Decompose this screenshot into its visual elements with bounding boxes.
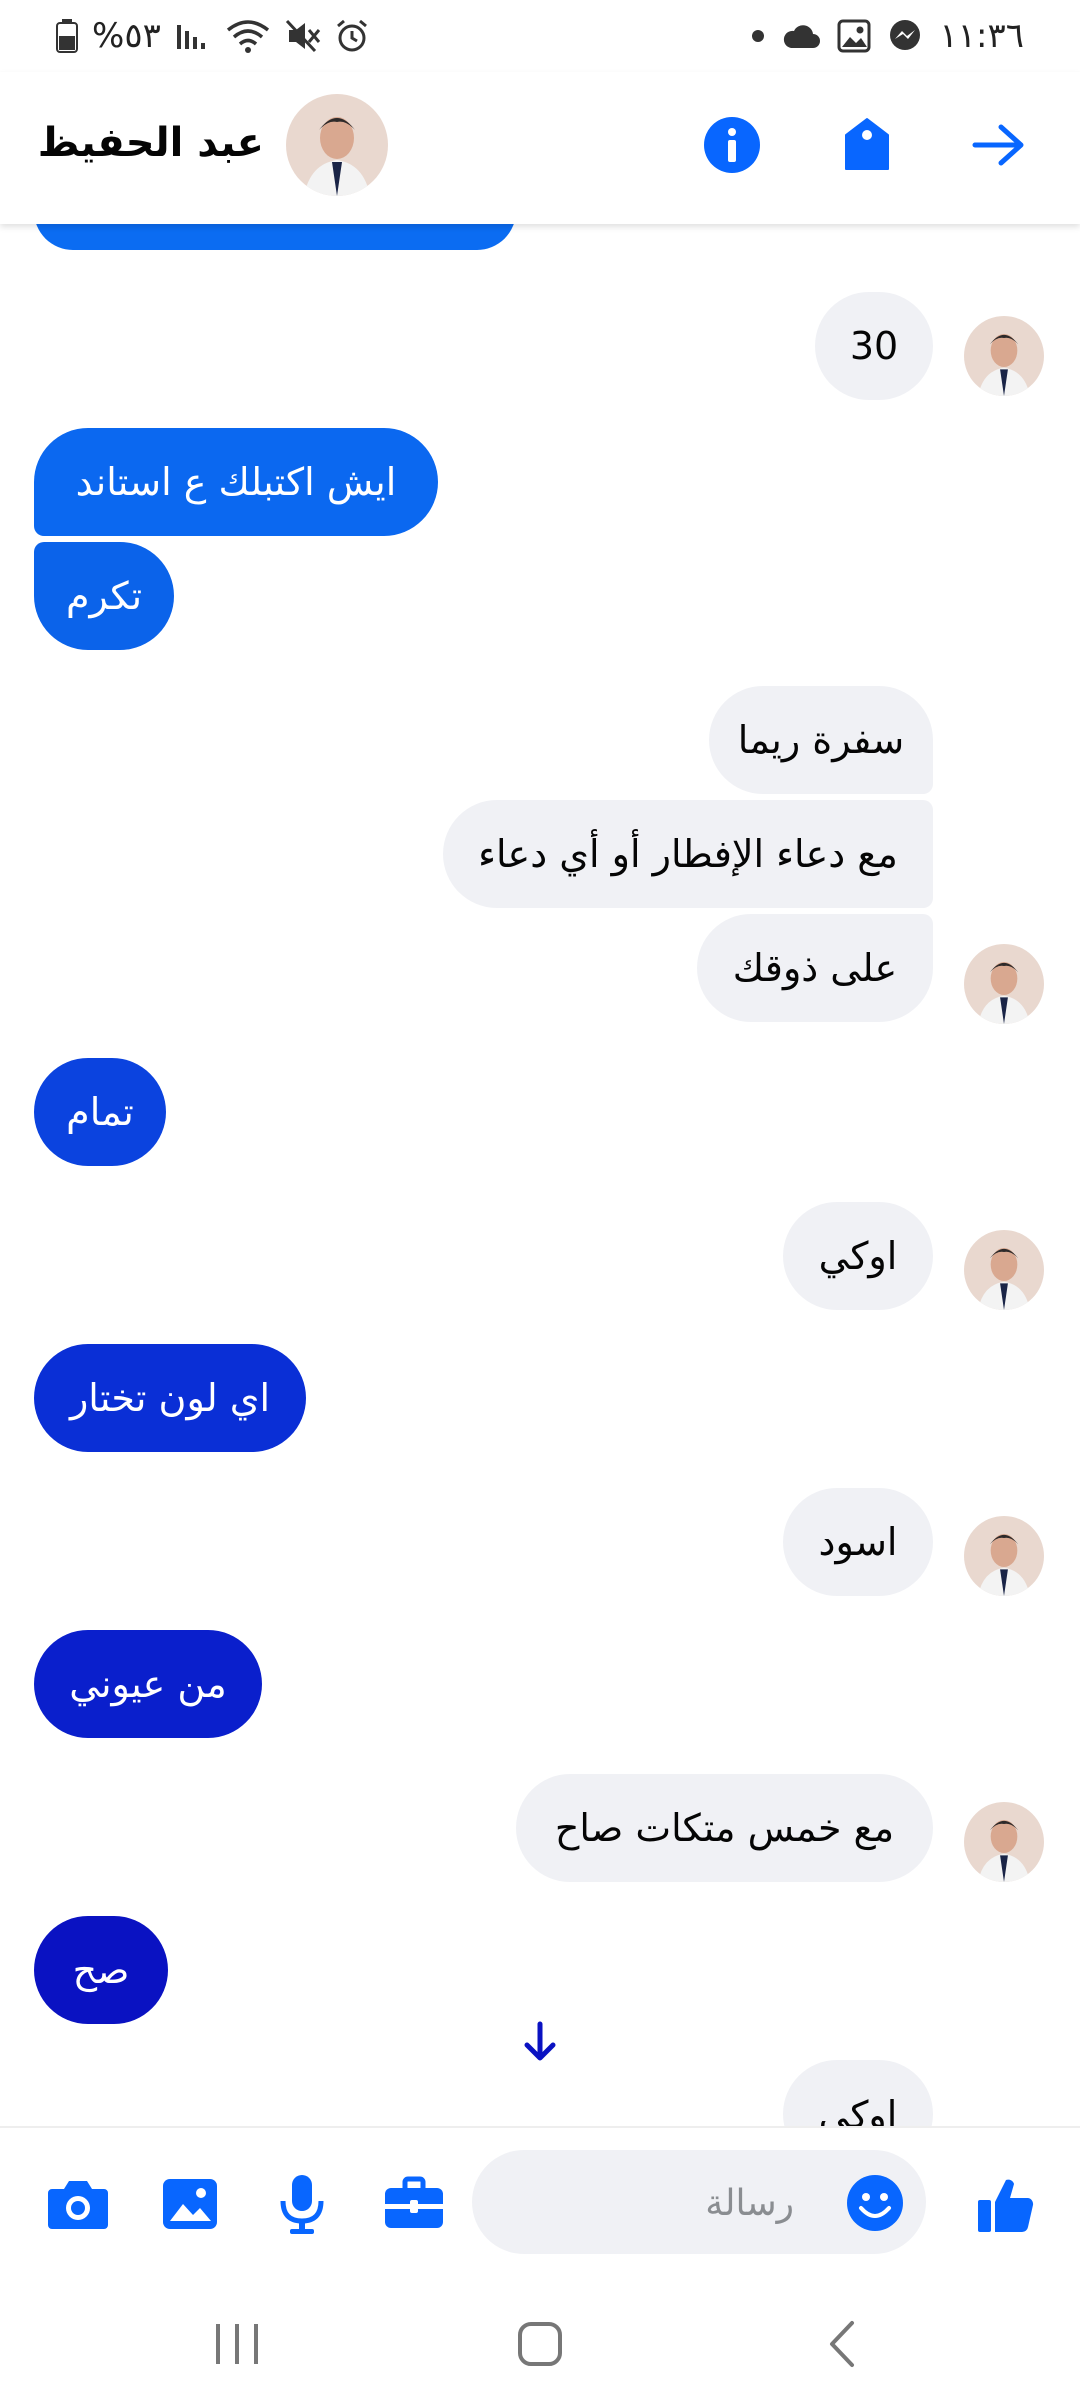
message-bubble-incoming[interactable]: اوكي [783,2060,933,2126]
conversation-header: عبد الحفيظ [0,72,1080,224]
person-photo-icon [964,1802,1044,1882]
message-bubble-incoming[interactable]: مع دعاء الإفطار أو أي دعاء [443,800,933,908]
person-photo-icon [964,1516,1044,1596]
person-photo-icon [964,944,1044,1024]
home-button[interactable] [505,2314,575,2374]
dot-icon [751,29,765,43]
message-composer [0,2126,1080,2278]
recents-icon [216,2324,258,2364]
back-button[interactable] [964,112,1034,182]
message-bubble-incoming[interactable]: اوكي [783,1202,933,1310]
status-right: ١١:٣٦ [751,14,1024,58]
gallery-icon [837,19,871,53]
alarm-icon [335,19,369,53]
message-bubble-outgoing[interactable]: تكرم [34,542,174,650]
wifi-icon [225,18,271,54]
message-list[interactable]: 30 ايش اكتبلك ع استاند تكرم سفرة ريما مع… [0,224,1080,2126]
message-bubble-incoming[interactable]: مع خمس متكات صاح [516,1774,933,1882]
message-field[interactable] [472,2150,926,2256]
contact-name[interactable]: عبد الحفيظ [38,120,264,166]
scroll-down-button[interactable] [522,2020,558,2064]
tag-button[interactable] [832,112,902,182]
thumbs-up-icon [978,2179,1034,2233]
contact-avatar[interactable] [286,94,388,196]
sender-avatar [964,944,1044,1024]
person-photo-icon [286,94,388,196]
apps-button[interactable] [378,2168,450,2240]
emoji-button[interactable] [846,2174,904,2232]
message-bubble-outgoing[interactable]: صح [34,1916,168,2024]
camera-icon [48,2181,108,2229]
message-bubble-outgoing[interactable]: ايش اكتبلك ع استاند [34,428,438,536]
sender-avatar [964,1516,1044,1596]
chevron-left-icon [830,2321,854,2367]
arrow-forward-icon [971,123,1027,171]
image-icon [163,2179,217,2229]
mute-icon [285,19,321,53]
clock-time: ١١:٣٦ [939,16,1024,56]
battery-icon [56,19,78,53]
sender-avatar [964,1802,1044,1882]
message-bubble-partial[interactable] [34,224,516,250]
home-icon [518,2322,562,2366]
message-bubble-outgoing[interactable]: تمام [34,1058,166,1166]
status-left: %٥٣ [56,14,369,58]
sender-avatar [964,316,1044,396]
emoji-icon [847,2175,903,2231]
info-button[interactable] [697,112,767,182]
message-input[interactable] [532,2150,796,2256]
messenger-icon [887,18,923,54]
arrow-down-icon [524,2021,556,2061]
system-nav-bar [0,2276,1080,2408]
voice-button[interactable] [266,2168,338,2240]
status-bar: %٥٣ ١١:٣٦ [0,0,1080,72]
message-bubble-incoming[interactable]: سفرة ريما [709,686,933,794]
message-bubble-incoming[interactable]: اسود [783,1488,933,1596]
microphone-icon [280,2175,324,2234]
sender-avatar [964,1230,1044,1310]
person-photo-icon [964,1230,1044,1310]
person-photo-icon [964,316,1044,396]
message-bubble-outgoing[interactable]: اي لون تختار [34,1344,306,1452]
cloud-icon [781,22,821,50]
tag-icon [842,117,892,177]
camera-button[interactable] [42,2168,114,2240]
message-bubble-incoming[interactable]: 30 [815,292,933,400]
message-bubble-incoming[interactable]: على ذوقك [697,914,933,1022]
recents-button[interactable] [202,2314,272,2374]
message-bubble-outgoing[interactable]: من عيوني [34,1630,262,1738]
info-icon [703,116,761,178]
back-nav-button[interactable] [807,2314,877,2374]
gallery-button[interactable] [154,2168,226,2240]
toolbox-icon [385,2176,443,2228]
battery-percent: %٥٣ [92,16,161,56]
signal-icon [175,21,211,51]
like-button[interactable] [970,2168,1042,2240]
